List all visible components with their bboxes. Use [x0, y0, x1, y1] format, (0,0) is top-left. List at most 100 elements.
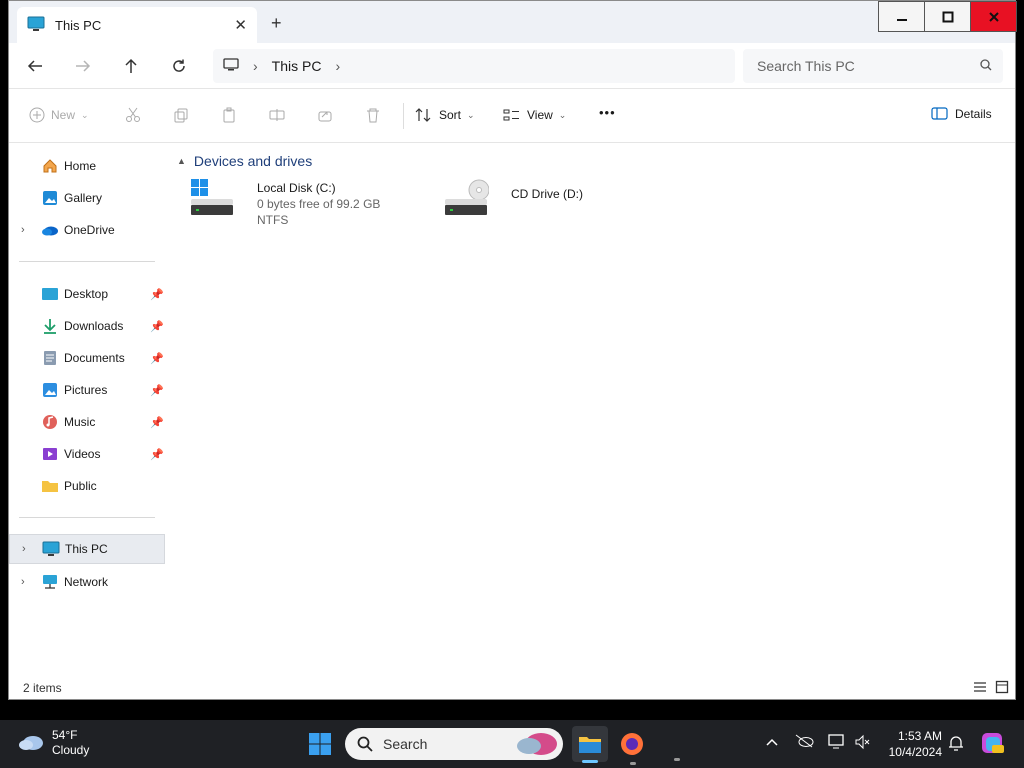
documents-icon: [41, 349, 59, 367]
file-explorer-taskbar-button[interactable]: [572, 726, 608, 763]
sidebar-item-network[interactable]: › Network: [9, 567, 165, 597]
chevron-right-icon[interactable]: ›: [21, 576, 25, 588]
sidebar-item-onedrive[interactable]: › OneDrive: [9, 215, 165, 245]
weather-condition: Cloudy: [52, 743, 90, 757]
arrow-right-icon: [76, 60, 91, 72]
address-bar: › This PC › Search This PC: [9, 43, 1015, 89]
sidebar-item-label: Videos: [64, 447, 101, 461]
pin-icon[interactable]: 📌: [150, 384, 164, 397]
weather-widget[interactable]: 54°F Cloudy: [18, 728, 89, 758]
gallery-icon: [41, 189, 59, 207]
sidebar-item-downloads[interactable]: Downloads 📌: [9, 311, 165, 341]
clock[interactable]: 1:53 AM 10/4/2024: [880, 728, 942, 760]
close-tab-button[interactable]: ✕: [234, 16, 247, 34]
sort-button[interactable]: Sort ⌄: [415, 107, 475, 123]
details-button[interactable]: Details: [931, 107, 992, 121]
volume-muted-icon[interactable]: [854, 734, 872, 753]
sidebar-item-label: Home: [64, 159, 97, 173]
chevron-up-icon[interactable]: [766, 734, 778, 750]
pin-icon[interactable]: 📌: [150, 320, 164, 333]
navigation-pane: Home Gallery › OneDrive Desktop 📌 Downlo…: [9, 143, 169, 675]
start-button[interactable]: [304, 728, 336, 760]
rename-button[interactable]: [269, 107, 285, 123]
file-explorer-window: This PC ✕ + › This PC › Search This PC N…: [8, 0, 1017, 700]
desktop-icon: [41, 285, 59, 303]
forward-button[interactable]: [69, 53, 97, 79]
search-icon: [979, 58, 993, 75]
chevron-right-icon[interactable]: ›: [335, 58, 340, 74]
pin-icon[interactable]: 📌: [150, 352, 164, 365]
sidebar-item-home[interactable]: Home: [9, 151, 165, 181]
maximize-button[interactable]: [924, 1, 971, 32]
monitor-icon: [223, 57, 239, 75]
delete-button[interactable]: [365, 107, 381, 123]
tiles-view-toggle[interactable]: [995, 680, 1009, 697]
up-button[interactable]: [117, 53, 145, 79]
drive-cd-d[interactable]: CD Drive (D:): [441, 179, 681, 231]
breadcrumb[interactable]: › This PC ›: [213, 49, 735, 83]
file-explorer-icon: [579, 737, 601, 753]
tab-this-pc[interactable]: This PC ✕: [17, 7, 257, 43]
back-button[interactable]: [21, 53, 49, 79]
search-input[interactable]: Search This PC: [743, 49, 1003, 83]
sidebar-item-public[interactable]: Public: [9, 471, 165, 501]
drive-name: Local Disk (C:): [257, 181, 336, 195]
chevron-right-icon: ›: [253, 58, 258, 74]
sidebar-item-label: OneDrive: [64, 223, 115, 237]
pictures-icon: [41, 381, 59, 399]
chevron-right-icon[interactable]: ›: [21, 224, 25, 236]
share-button[interactable]: [317, 107, 333, 123]
weather-temperature: 54°F: [52, 728, 78, 742]
firefox-taskbar-button[interactable]: [616, 728, 648, 765]
new-label: New: [51, 108, 76, 122]
display-icon[interactable]: [828, 734, 846, 753]
network-icon: [41, 573, 59, 591]
windows-icon: [309, 733, 331, 755]
sidebar-item-documents[interactable]: Documents 📌: [9, 343, 165, 373]
chevron-down-icon: ⌄: [467, 109, 475, 120]
view-button[interactable]: View ⌄: [503, 107, 566, 123]
notification-bell-icon[interactable]: [948, 734, 964, 755]
breadcrumb-this-pc[interactable]: This PC: [272, 58, 322, 74]
more-options-button[interactable]: •••: [599, 105, 616, 120]
pin-icon[interactable]: 📌: [150, 416, 164, 429]
copy-button[interactable]: [173, 107, 189, 123]
new-button[interactable]: New ⌄: [29, 107, 89, 123]
taskbar-search[interactable]: Search: [345, 728, 563, 760]
drive-local-disk-c[interactable]: Local Disk (C:) 0 bytes free of 99.2 GB …: [187, 179, 427, 231]
collapse-icon: ▲: [177, 156, 186, 166]
new-tab-button[interactable]: +: [271, 13, 282, 34]
pin-icon[interactable]: 📌: [150, 448, 164, 461]
chevron-right-icon[interactable]: ›: [22, 543, 26, 555]
sidebar-item-label: Public: [64, 479, 97, 493]
maximize-icon: [942, 11, 953, 22]
details-view-toggle[interactable]: [973, 680, 987, 697]
sidebar-item-this-pc[interactable]: › This PC: [9, 534, 165, 564]
close-window-button[interactable]: [970, 1, 1017, 32]
paste-button[interactable]: [221, 107, 237, 123]
sidebar-item-desktop[interactable]: Desktop 📌: [9, 279, 165, 309]
refresh-button[interactable]: [165, 53, 193, 79]
drive-filesystem: NTFS: [257, 213, 289, 227]
minimize-button[interactable]: [878, 1, 925, 32]
arrow-left-icon: [27, 60, 42, 72]
sidebar-item-music[interactable]: Music 📌: [9, 407, 165, 437]
copilot-icon[interactable]: [980, 730, 1006, 759]
sort-label: Sort: [439, 108, 462, 122]
sort-icon: [415, 108, 431, 122]
onedrive-offline-icon[interactable]: [794, 734, 814, 751]
cut-button[interactable]: [125, 107, 141, 123]
details-pane-icon: [931, 107, 948, 120]
sidebar-item-gallery[interactable]: Gallery: [9, 183, 165, 213]
clock-date: 10/4/2024: [888, 745, 942, 759]
sidebar-item-videos[interactable]: Videos 📌: [9, 439, 165, 469]
pin-icon[interactable]: 📌: [150, 288, 164, 301]
details-label: Details: [955, 107, 992, 121]
sidebar-item-pictures[interactable]: Pictures 📌: [9, 375, 165, 405]
sidebar-item-label: Music: [64, 415, 96, 429]
cd-drive-icon: [443, 179, 490, 222]
cloud-icon: [18, 733, 44, 754]
group-header-devices[interactable]: ▲ Devices and drives: [177, 153, 312, 169]
this-pc-icon: [27, 16, 45, 35]
firefox-icon: [621, 733, 643, 755]
